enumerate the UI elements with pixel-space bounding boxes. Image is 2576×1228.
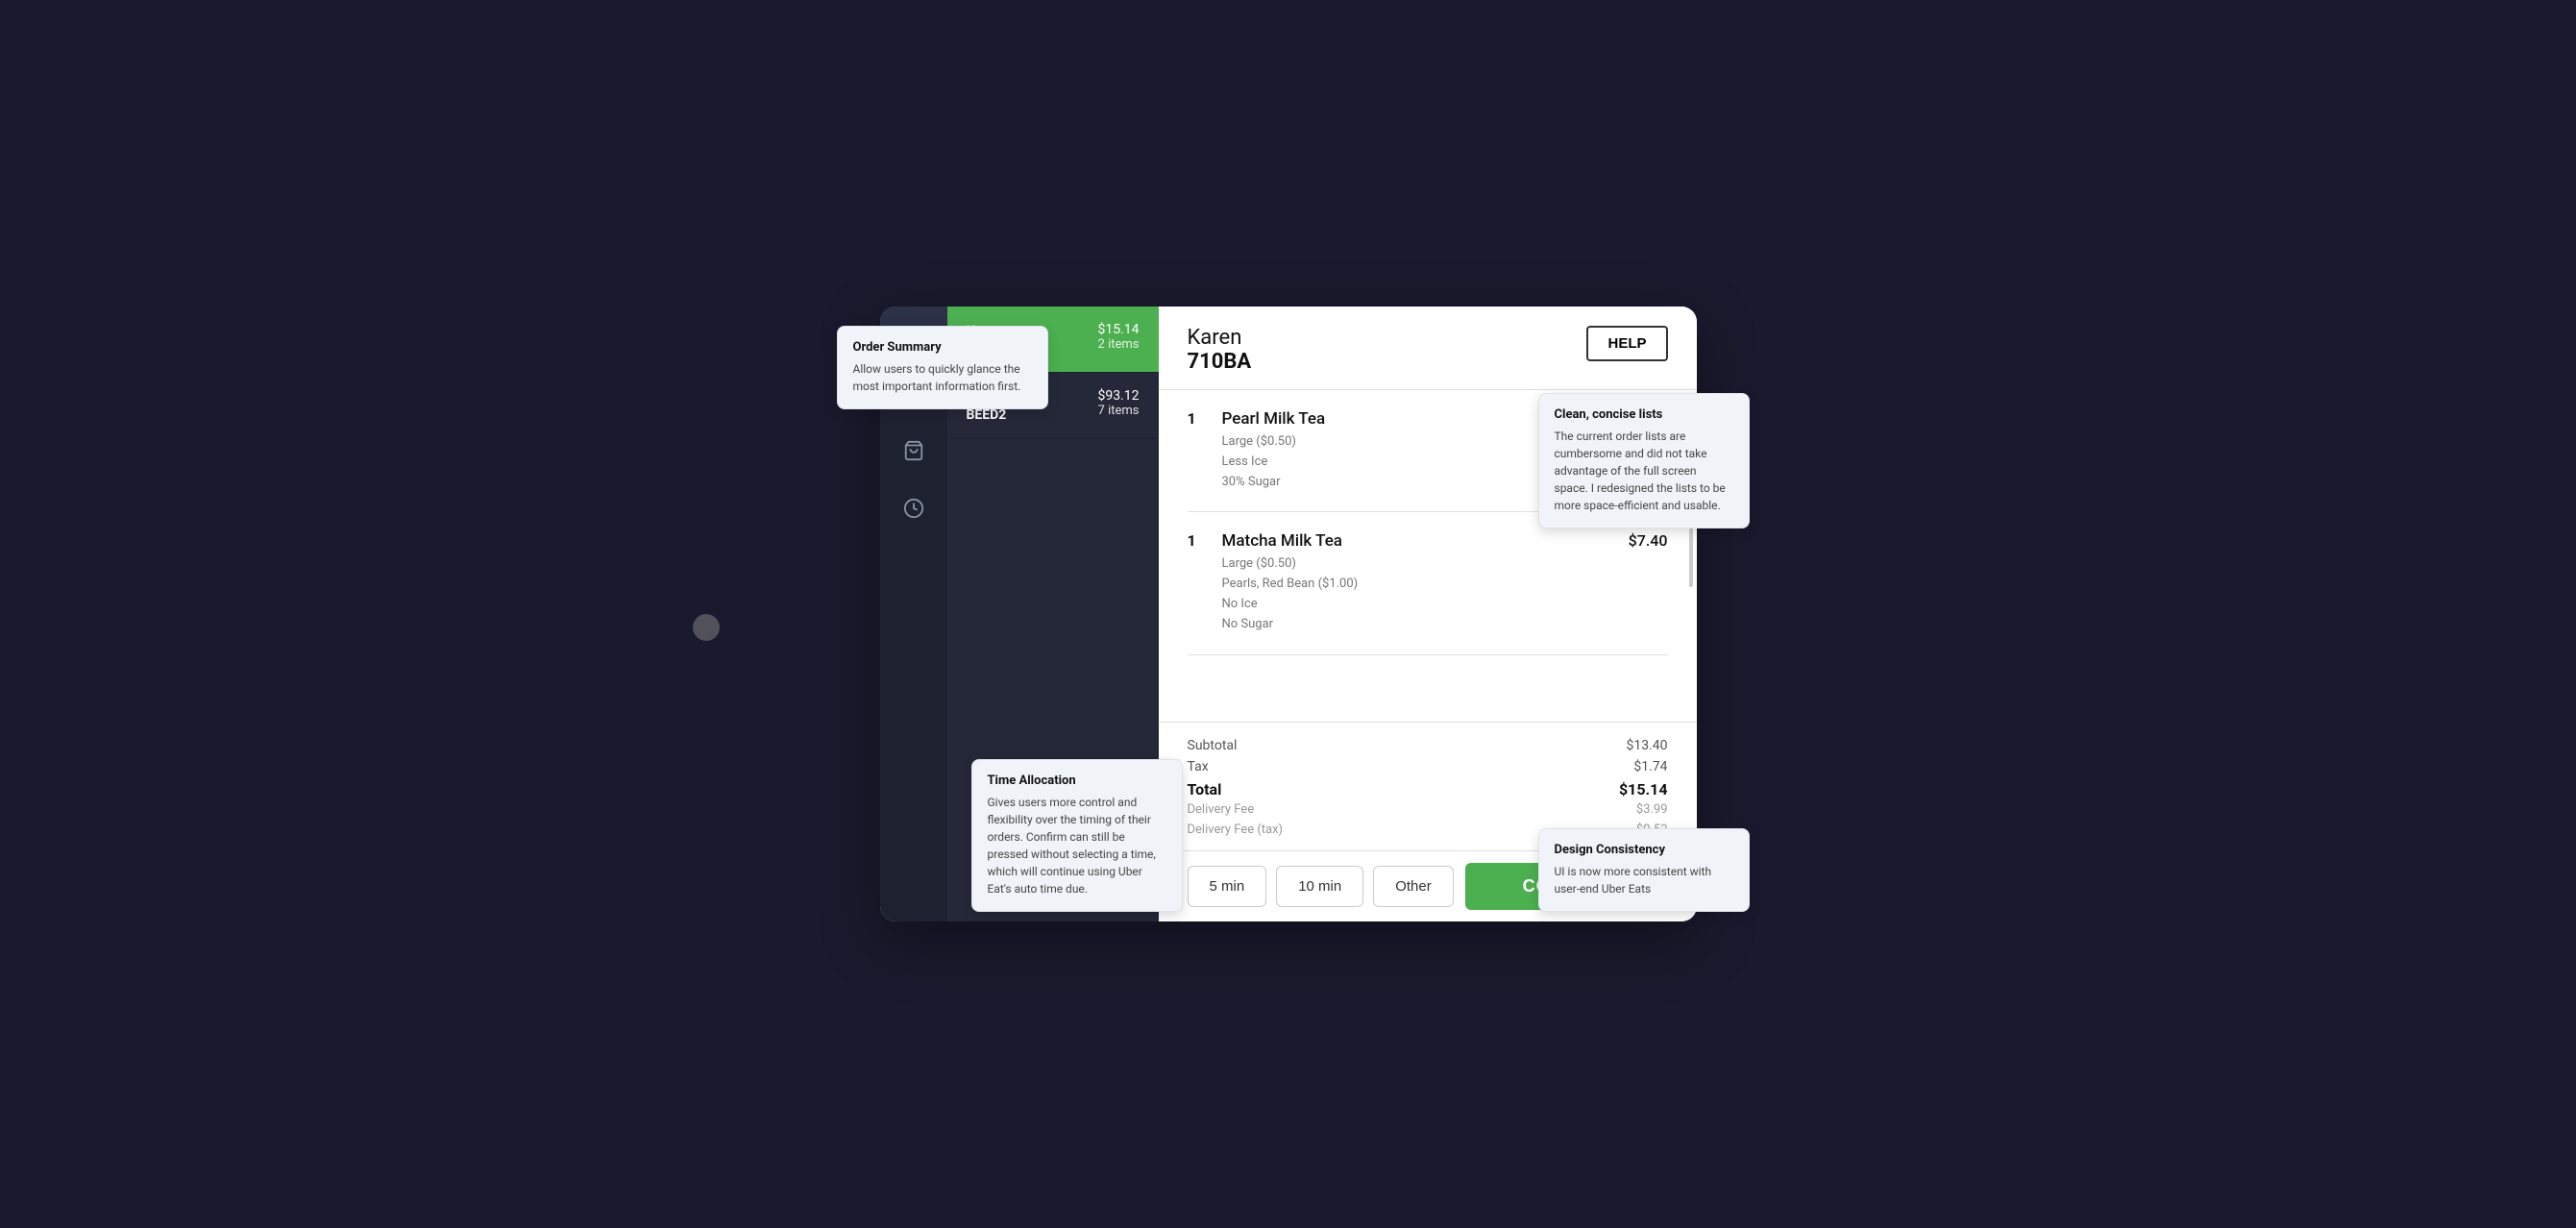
subtotal-row: Subtotal $13.40 — [1188, 738, 1668, 753]
tooltip-order-summary: Order Summary Allow users to quickly gla… — [837, 326, 1048, 409]
time-button[interactable]: 5 min — [1188, 866, 1267, 907]
sidebar-item-bag[interactable] — [880, 422, 947, 479]
delivery-tax-label: Delivery Fee (tax) — [1188, 823, 1284, 837]
tax-row: Tax $1.74 — [1188, 759, 1668, 774]
tooltip-time-allocation-title: Time Allocation — [988, 774, 1166, 788]
circle-indicator — [693, 614, 720, 641]
customer-info: Karen 710BA — [1188, 326, 1252, 374]
subtotal-value: $13.40 — [1626, 738, 1667, 753]
sidebar-item-history[interactable] — [880, 479, 947, 537]
order-qty: 1 — [1188, 409, 1207, 428]
tooltip-design-consistency: Design Consistency UI is now more consis… — [1538, 828, 1750, 912]
tooltip-order-summary-body: Allow users to quickly glance the most i… — [853, 360, 1032, 395]
order-item-price: $15.14 — [1097, 322, 1139, 337]
delivery-fee-value: $3.99 — [1636, 802, 1668, 817]
tooltip-clean-lists: Clean, concise lists The current order l… — [1538, 393, 1750, 528]
delivery-fee-row: Delivery Fee $3.99 — [1188, 802, 1668, 817]
item-price: $7.40 — [1629, 531, 1668, 550]
help-button[interactable]: HELP — [1586, 326, 1667, 361]
total-label: Total — [1188, 780, 1222, 798]
content-header: Karen 710BA HELP — [1159, 307, 1697, 390]
time-button[interactable]: Other — [1373, 866, 1454, 907]
item-name: Matcha Milk Tea — [1222, 531, 1613, 551]
tooltip-design-consistency-body: UI is now more consistent with user-end … — [1555, 863, 1733, 897]
time-buttons-group: 5 min10 minOther — [1188, 866, 1454, 907]
tooltip-design-consistency-title: Design Consistency — [1555, 843, 1733, 857]
total-row: Total $15.14 — [1188, 780, 1668, 798]
order-item-count: 7 items — [1097, 404, 1139, 418]
total-value: $15.14 — [1619, 780, 1668, 798]
subtotal-label: Subtotal — [1188, 738, 1238, 753]
item-details: Matcha Milk Tea Large ($0.50)Pearls, Red… — [1222, 531, 1613, 634]
tooltip-clean-lists-body: The current order lists are cumbersome a… — [1555, 428, 1733, 514]
customer-name: Karen — [1188, 326, 1252, 350]
order-item-price: $93.12 — [1097, 388, 1139, 404]
customer-code: 710BA — [1188, 350, 1252, 374]
delivery-fee-label: Delivery Fee — [1188, 802, 1255, 817]
order-qty: 1 — [1188, 531, 1207, 550]
tax-value: $1.74 — [1633, 759, 1667, 774]
order-item-code: BEED2 — [967, 407, 1010, 423]
tooltip-order-summary-title: Order Summary — [853, 340, 1032, 355]
time-button[interactable]: 10 min — [1276, 866, 1363, 907]
tooltip-clean-lists-title: Clean, concise lists — [1555, 407, 1733, 422]
tooltip-time-allocation: Time Allocation Gives users more control… — [971, 759, 1183, 912]
order-line: 1 Matcha Milk Tea Large ($0.50)Pearls, R… — [1188, 512, 1668, 654]
order-item-count: 2 items — [1097, 337, 1139, 352]
tax-label: Tax — [1188, 759, 1209, 774]
tooltip-time-allocation-body: Gives users more control and flexibility… — [988, 794, 1166, 897]
item-mods: Large ($0.50)Pearls, Red Bean ($1.00)No … — [1222, 554, 1613, 634]
